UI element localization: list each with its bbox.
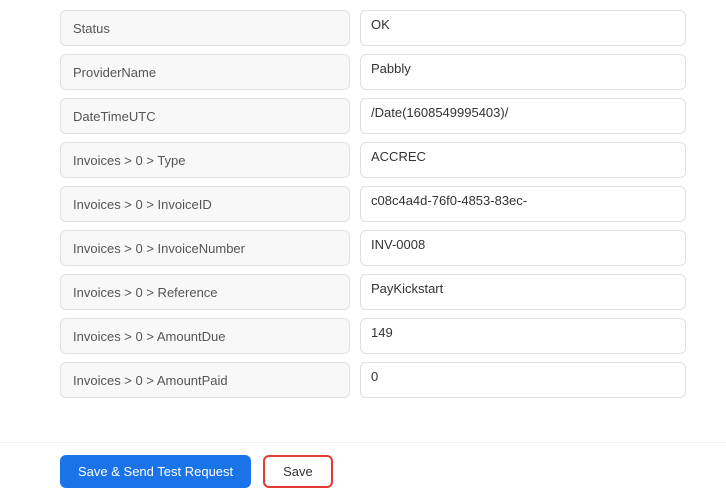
field-value-date-time-utc[interactable] [360,98,686,134]
field-value-invoices-amount-paid[interactable] [360,362,686,398]
save-send-button[interactable]: Save & Send Test Request [60,455,251,488]
form-row: Invoices > 0 > Type [60,142,686,178]
form-row: Invoices > 0 > InvoiceNumber [60,230,686,266]
field-value-invoices-reference[interactable] [360,274,686,310]
field-label-invoices-reference: Invoices > 0 > Reference [60,274,350,310]
main-container: Status ProviderName DateTimeUTC Invoices > … [0,0,726,500]
field-value-invoices-invoice-id[interactable] [360,186,686,222]
field-value-status[interactable] [360,10,686,46]
field-label-date-time-utc: DateTimeUTC [60,98,350,134]
footer-bar: Save & Send Test Request Save [0,442,726,500]
form-row: Invoices > 0 > AmountPaid [60,362,686,398]
field-label-status: Status [60,10,350,46]
form-row: Invoices > 0 > AmountDue [60,318,686,354]
field-label-invoices-type: Invoices > 0 > Type [60,142,350,178]
save-button[interactable]: Save [263,455,333,488]
field-value-invoices-amount-due[interactable] [360,318,686,354]
field-label-invoices-amount-due: Invoices > 0 > AmountDue [60,318,350,354]
form-row: DateTimeUTC [60,98,686,134]
form-row: ProviderName [60,54,686,90]
form-row: Status [60,10,686,46]
field-label-invoices-amount-paid: Invoices > 0 > AmountPaid [60,362,350,398]
form-row: Invoices > 0 > InvoiceID [60,186,686,222]
field-label-invoices-invoice-id: Invoices > 0 > InvoiceID [60,186,350,222]
field-value-provider-name[interactable] [360,54,686,90]
form-row: Invoices > 0 > Reference [60,274,686,310]
field-label-provider-name: ProviderName [60,54,350,90]
field-value-invoices-invoice-number[interactable] [360,230,686,266]
form-scroll-area[interactable]: Status ProviderName DateTimeUTC Invoices > … [0,0,726,442]
field-label-invoices-invoice-number: Invoices > 0 > InvoiceNumber [60,230,350,266]
field-value-invoices-type[interactable] [360,142,686,178]
